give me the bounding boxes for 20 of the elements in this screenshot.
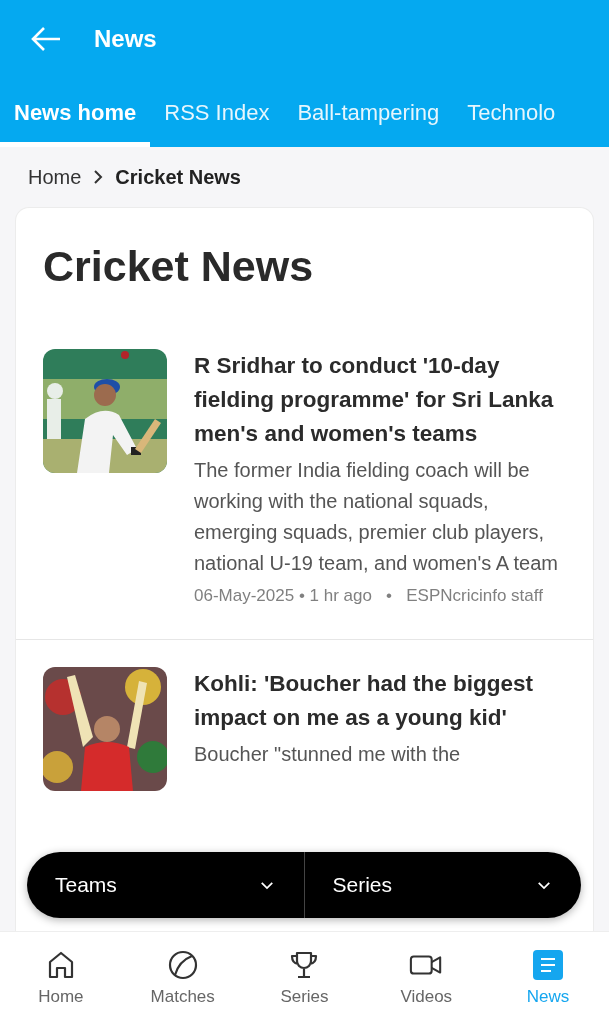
filter-dropdown[interactable]: Teams xyxy=(27,852,304,918)
article-meta: 06-May-2025 • 1 hr ago • ESPNcricinfo staff xyxy=(194,585,544,607)
back-arrow-icon[interactable] xyxy=(30,25,62,53)
nav-item[interactable]: Matches xyxy=(127,948,238,1008)
nav-item[interactable]: Videos xyxy=(371,948,482,1008)
breadcrumb-link[interactable]: Home xyxy=(28,165,82,189)
article-summary: The former India fielding coach will be working with the national squads, emerging squads, premier club players, national U-19 team, and women's A team xyxy=(194,458,560,576)
breadcrumb-link[interactable]: Cricket News xyxy=(115,165,241,189)
screen-title: News xyxy=(94,25,157,53)
article-summary: Boucher "stunned me with the xyxy=(194,742,462,767)
filter-dropdown[interactable]: Series xyxy=(303,852,581,918)
nav-item[interactable]: Series xyxy=(249,948,360,1008)
article-title[interactable]: Kohli: 'Boucher had the biggest impact on me as a young kid' xyxy=(194,667,567,735)
chevron-down-icon xyxy=(537,880,551,890)
nav-item[interactable]: Home xyxy=(5,948,116,1008)
page-heading: Cricket News xyxy=(43,242,315,291)
article-title[interactable]: R Sridhar to conduct '10-day fielding programme' for Sri Lanka men's and women's teams xyxy=(194,349,567,451)
chevron-down-icon xyxy=(259,880,274,890)
news-icon xyxy=(531,949,566,981)
chevron-right-icon xyxy=(93,170,104,184)
